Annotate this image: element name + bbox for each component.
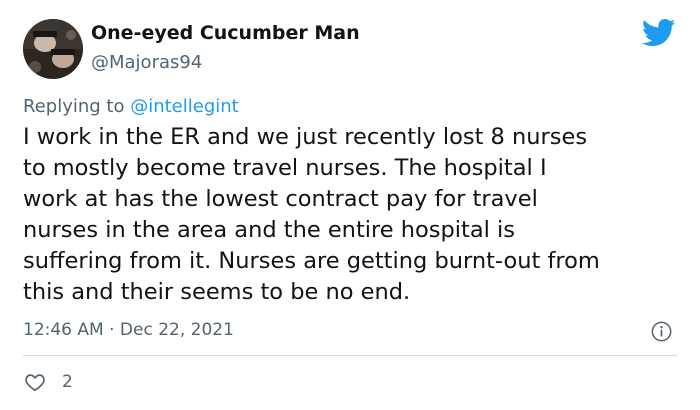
heart-icon[interactable] xyxy=(24,371,46,393)
reply-prefix: Replying to xyxy=(23,96,131,117)
author-handle[interactable]: @Majoras94 xyxy=(91,52,202,73)
reply-context: Replying to @intellegint xyxy=(23,96,239,117)
avatar[interactable] xyxy=(23,19,83,79)
tweet-timestamp[interactable]: 12:46 AM · Dec 22, 2021 xyxy=(23,320,234,340)
like-count: 2 xyxy=(62,372,73,392)
divider xyxy=(23,355,677,356)
twitter-bird-icon[interactable] xyxy=(642,18,676,48)
info-icon[interactable] xyxy=(651,321,672,342)
tweet-text: I work in the ER and we just recently lo… xyxy=(23,124,600,305)
reply-handle-link[interactable]: @intellegint xyxy=(130,96,239,117)
tweet-card: One-eyed Cucumber Man @Majoras94 Replyin… xyxy=(0,0,700,410)
author-name[interactable]: One-eyed Cucumber Man xyxy=(91,22,360,44)
